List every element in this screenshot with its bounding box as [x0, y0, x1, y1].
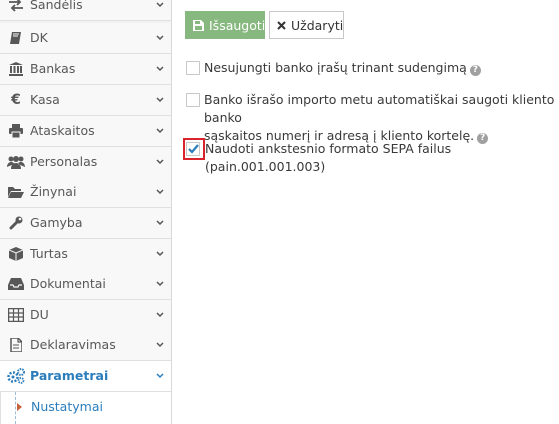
floppy-disk-icon — [193, 19, 204, 31]
close-button-label: Uždaryti — [291, 17, 344, 33]
tree-line — [15, 392, 16, 424]
close-icon — [277, 20, 286, 30]
chevron-down-icon — [155, 147, 165, 177]
sidebar-item-label: Dokumentai — [30, 276, 106, 291]
chevron-down-icon — [155, 23, 165, 53]
sidebar: Sandėlis DK Bankas € Kasa Ataskaitos Per… — [0, 0, 172, 424]
sidebar-item-label: Parametrai — [30, 368, 109, 383]
chevron-down-icon — [155, 177, 165, 207]
sidebar-item-label: Turtas — [30, 246, 68, 261]
sidebar-item-label: Sandėlis — [30, 0, 83, 12]
sidebar-item-label: DU — [30, 307, 49, 322]
sidebar-item-du[interactable]: DU — [0, 300, 171, 331]
sidebar-item-zinynai[interactable]: Žinynai — [0, 177, 171, 208]
euro-icon: € — [11, 92, 21, 108]
bank-icon — [6, 54, 26, 84]
sidebar-item-ataskaitos[interactable]: Ataskaitos — [0, 116, 171, 147]
sidebar-subitem-nustatymai[interactable]: Nustatymai — [0, 392, 171, 424]
option-1-checkbox[interactable] — [186, 61, 200, 75]
sidebar-item-label: DK — [30, 30, 48, 45]
book-icon — [6, 23, 26, 53]
save-button-label: Išsaugoti — [209, 17, 266, 33]
chevron-down-icon — [155, 300, 165, 330]
folder-open-icon — [6, 177, 26, 207]
chevron-down-icon — [155, 269, 165, 299]
sidebar-item-label: Personalas — [30, 154, 98, 169]
cogs-icon — [6, 361, 26, 391]
inbox-icon — [6, 269, 26, 299]
sidebar-item-label: Ataskaitos — [30, 123, 95, 138]
exchange-arrows-icon — [6, 0, 26, 20]
sidebar-item-parametrai[interactable]: Parametrai — [0, 361, 171, 392]
sidebar-item-sandelis[interactable]: Sandėlis — [0, 0, 171, 21]
file-icon — [6, 330, 26, 360]
chevron-down-icon — [155, 330, 165, 360]
option-3-checkbox[interactable] — [186, 142, 200, 156]
option-2-checkbox[interactable] — [186, 93, 200, 107]
sidebar-item-kasa[interactable]: € Kasa — [0, 85, 171, 116]
users-icon — [6, 147, 26, 177]
sidebar-item-gamyba[interactable]: Gamyba — [0, 208, 171, 239]
print-icon — [6, 116, 26, 146]
save-button[interactable]: Išsaugoti — [185, 11, 265, 39]
sidebar-item-turtas[interactable]: Turtas — [0, 239, 171, 270]
chevron-down-icon — [155, 85, 165, 115]
sidebar-item-label: Bankas — [30, 61, 76, 76]
chevron-down-icon — [155, 54, 165, 84]
sidebar-item-dk[interactable]: DK — [0, 23, 171, 54]
sidebar-item-label: Gamyba — [30, 215, 83, 230]
chevron-down-icon — [155, 208, 165, 238]
sidebar-item-personalas[interactable]: Personalas — [0, 147, 171, 178]
sidebar-item-label: Kasa — [30, 92, 60, 107]
sidebar-item-label: Žinynai — [30, 184, 77, 199]
chevron-down-icon — [155, 239, 165, 269]
sidebar-item-deklaravimas[interactable]: Deklaravimas — [0, 330, 171, 361]
chevron-down-icon — [155, 0, 165, 20]
caret-right-icon — [17, 403, 22, 411]
sidebar-item-bankas[interactable]: Bankas — [0, 54, 171, 85]
cube-icon — [6, 239, 26, 269]
check-icon — [188, 144, 199, 154]
table-icon — [6, 300, 26, 330]
wrench-icon — [6, 208, 26, 238]
chevron-down-icon — [155, 361, 165, 391]
sidebar-item-label: Deklaravimas — [30, 337, 116, 352]
option-2-label: Banko išrašo importo metu automatiškai s… — [204, 92, 555, 144]
help-icon[interactable]: ? — [469, 65, 481, 76]
close-button[interactable]: Uždaryti — [269, 11, 344, 39]
chevron-down-icon — [155, 116, 165, 146]
option-1-label: Nesujungti banko įrašų trinant sudengimą… — [204, 59, 481, 77]
sidebar-subitem-label: Nustatymai — [31, 399, 103, 414]
sidebar-item-dokumentai[interactable]: Dokumentai — [0, 269, 171, 300]
option-3-label: Naudoti ankstesnio formato SEPA failus (… — [205, 141, 452, 174]
